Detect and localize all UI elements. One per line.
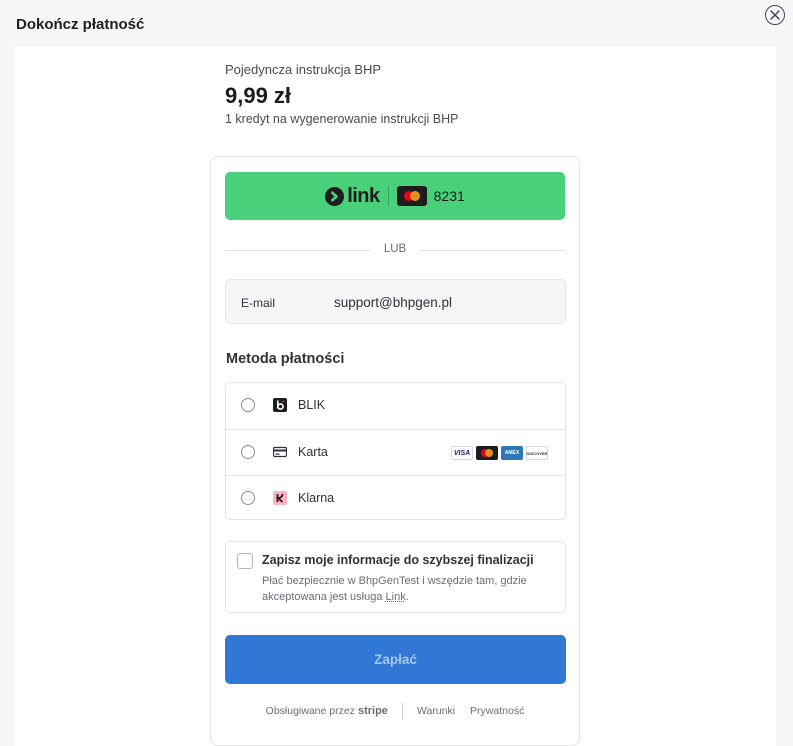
payment-method-card[interactable]: Karta VISA AMEX DISCOVER: [226, 429, 565, 476]
product-summary: Pojedyncza instrukcja BHP 9,99 zł 1 kred…: [225, 62, 458, 126]
radio-button[interactable]: [241, 445, 255, 459]
dialog-title: Dokończ płatność: [16, 16, 145, 33]
product-price: 9,99 zł: [225, 83, 292, 108]
link-logo: link: [325, 184, 380, 208]
mastercard-icon: [476, 446, 498, 460]
privacy-link[interactable]: Prywatność: [470, 705, 524, 717]
link-arrow-icon: [325, 186, 345, 206]
email-label: E-mail: [241, 296, 276, 310]
link-brand-text: link: [347, 184, 380, 207]
payment-method-label: BLIK: [298, 398, 326, 412]
link-info-link[interactable]: Link: [386, 591, 406, 603]
payment-method-klarna[interactable]: Klarna: [226, 475, 565, 519]
powered-by-text: Obsługiwane przez: [265, 705, 355, 717]
payment-method-blik[interactable]: BLIK: [226, 383, 565, 429]
radio-button[interactable]: [241, 398, 255, 412]
stripe-logo[interactable]: stripe: [358, 705, 388, 717]
radio-button[interactable]: [241, 491, 255, 505]
email-field[interactable]: E-mail support@bhpgen.pl: [225, 279, 566, 324]
payment-method-label: Klarna: [298, 491, 335, 505]
link-pay-button[interactable]: link 8231: [225, 172, 565, 220]
payment-method-list: BLIK Karta VISA AMEX DISCOVER Klarna: [225, 382, 566, 520]
payment-method-label: Karta: [298, 445, 328, 459]
product-name: Pojedyncza instrukcja BHP: [225, 62, 382, 77]
terms-link[interactable]: Warunki: [417, 705, 455, 717]
save-info-option: Zapisz moje informacje do szybszej final…: [225, 541, 566, 613]
save-info-title: Zapisz moje informacje do szybszej final…: [262, 553, 534, 567]
save-info-checkbox[interactable]: [237, 553, 253, 569]
link-separator: [387, 186, 389, 206]
email-value[interactable]: support@bhpgen.pl: [334, 295, 452, 310]
card-icon: [272, 445, 288, 459]
blik-icon: [273, 398, 287, 412]
klarna-icon: [273, 491, 287, 505]
card-brand-logos: VISA AMEX DISCOVER: [451, 446, 548, 460]
discover-icon: DISCOVER: [526, 446, 548, 460]
divider-line-right: [420, 250, 565, 251]
mastercard-icon: [396, 186, 427, 206]
footer: Obsługiwane przez stripe Warunki Prywatn…: [210, 703, 580, 719]
amex-icon: AMEX: [501, 446, 523, 460]
save-info-description: Płać bezpiecznie w BhpGenTest i wszędzie…: [262, 575, 527, 603]
visa-icon: VISA: [451, 446, 473, 460]
close-button[interactable]: [765, 5, 785, 25]
pay-button[interactable]: Zapłać: [225, 635, 566, 684]
payment-method-title: Metoda płatności: [226, 351, 345, 367]
or-divider: LUB: [225, 243, 565, 263]
close-icon: [770, 10, 780, 20]
product-description: 1 kredyt na wygenerowanie instrukcji BHP: [225, 112, 459, 126]
footer-separator: [401, 703, 403, 719]
divider-label: LUB: [383, 243, 407, 255]
card-last4: 8231: [433, 188, 465, 204]
